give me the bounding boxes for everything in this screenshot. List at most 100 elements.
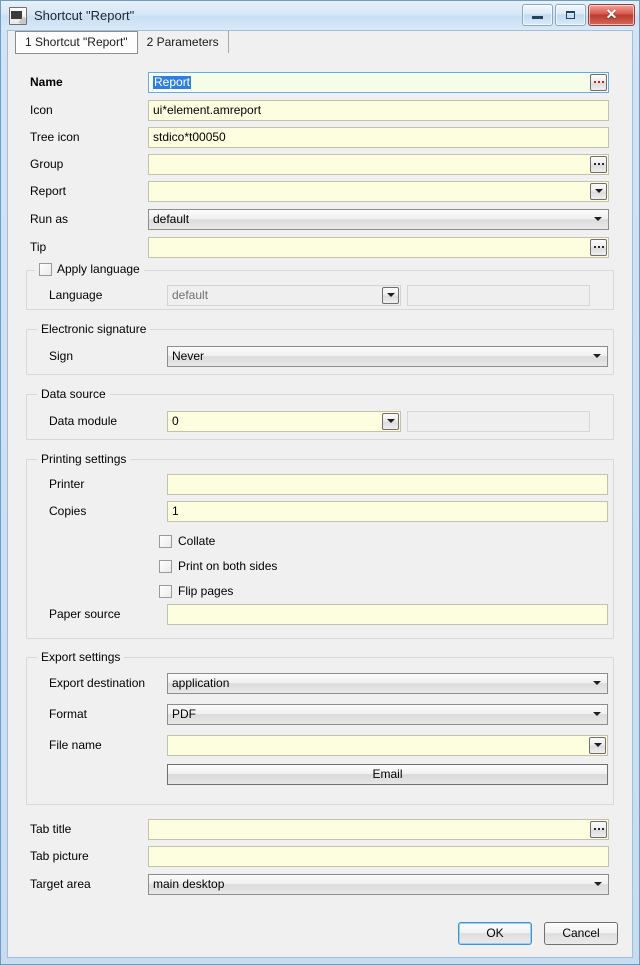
data-module-secondary-field	[407, 410, 590, 432]
email-button[interactable]: Email	[167, 763, 608, 785]
row-copies: Copies	[27, 500, 613, 522]
maximize-button[interactable]	[555, 4, 586, 26]
print-on-both-sides-checkbox[interactable]	[159, 559, 172, 573]
checkbox-collate[interactable]: Collate	[159, 533, 215, 549]
language-combo-wrap	[167, 284, 401, 306]
tip-ellipsis-button[interactable]	[590, 238, 607, 256]
close-button[interactable]: ✕	[588, 4, 635, 26]
export-destination-select[interactable]: application	[167, 672, 608, 694]
tip-input[interactable]	[148, 236, 609, 258]
file-name-dropdown-button[interactable]	[589, 736, 606, 754]
row-email-button: Email	[27, 763, 613, 785]
data-source-title: Data source	[37, 387, 110, 401]
row-export-destination: Export destination application	[27, 672, 613, 694]
row-sign: Sign Never	[27, 345, 613, 367]
field-language-wrap	[167, 284, 590, 306]
field-copies-wrap	[167, 500, 608, 522]
group-printing-settings: Printing settings Printer Copies Collate	[26, 452, 614, 639]
electronic-signature-title: Electronic signature	[37, 322, 151, 336]
group-input[interactable]	[148, 153, 609, 175]
field-export-destination-wrap: application	[167, 672, 608, 694]
field-tab-title-wrap	[148, 818, 609, 840]
chevron-down-icon	[386, 293, 395, 297]
row-run-as: Run as default	[8, 208, 632, 230]
export-destination-value: application	[172, 676, 230, 690]
language-dropdown-button[interactable]	[382, 286, 399, 304]
tab-parameters[interactable]: 2 Parameters	[138, 31, 229, 53]
file-name-input[interactable]	[167, 734, 608, 756]
chevron-down-icon	[593, 712, 601, 716]
chevron-down-icon	[594, 217, 602, 221]
group-ellipsis-button[interactable]	[590, 155, 607, 173]
caption-buttons: ✕	[522, 4, 635, 26]
tab-title-input[interactable]	[148, 818, 609, 840]
field-format-wrap: PDF	[167, 703, 608, 725]
flip-pages-checkbox[interactable]	[159, 584, 172, 598]
minimize-button[interactable]	[522, 4, 553, 26]
row-report: Report	[8, 180, 632, 202]
row-tree-icon: Tree icon	[8, 126, 632, 148]
field-name-wrap: Report	[148, 71, 609, 93]
sign-value: Never	[172, 349, 205, 363]
run-as-value: default	[153, 212, 190, 226]
checkbox-print-both-sides[interactable]: Print on both sides	[159, 558, 277, 574]
copies-input[interactable]	[167, 500, 608, 522]
tab-shortcut-report[interactable]: 1 Shortcut "Report"	[15, 31, 138, 54]
target-area-select[interactable]: main desktop	[148, 873, 609, 895]
paper-source-input[interactable]	[167, 603, 608, 625]
report-input[interactable]	[148, 180, 609, 202]
apply-language-checkbox[interactable]	[39, 262, 52, 276]
flip-pages-label: Flip pages	[178, 584, 234, 598]
data-module-dropdown-button[interactable]	[382, 412, 399, 430]
field-tip-wrap	[148, 236, 609, 258]
cancel-button[interactable]: Cancel	[544, 922, 618, 945]
field-icon-wrap	[148, 99, 609, 121]
chevron-down-icon	[593, 354, 601, 358]
report-dropdown-button[interactable]	[590, 182, 607, 200]
label-copies: Copies	[49, 504, 87, 518]
name-input[interactable]	[148, 71, 609, 93]
data-module-combo-wrap	[167, 410, 401, 432]
tab-picture-input[interactable]	[148, 845, 609, 867]
form-body: Name Report Icon Tree icon	[8, 57, 632, 957]
tab-title-ellipsis-button[interactable]	[590, 820, 607, 838]
close-icon: ✕	[605, 6, 618, 22]
label-icon: Icon	[30, 103, 53, 117]
ellipsis-icon	[593, 246, 604, 248]
checkbox-flip-pages[interactable]: Flip pages	[159, 583, 233, 599]
label-report: Report	[30, 184, 67, 198]
field-file-name-wrap	[167, 734, 608, 756]
ok-button[interactable]: OK	[458, 922, 532, 945]
collate-checkbox[interactable]	[159, 534, 172, 548]
row-paper-source: Paper source	[27, 603, 613, 625]
label-printer: Printer	[49, 477, 85, 491]
tab-strip: 1 Shortcut "Report" 2 Parameters	[8, 31, 632, 57]
field-tab-picture-wrap	[148, 845, 609, 867]
field-data-module-wrap	[167, 410, 590, 432]
label-export-destination: Export destination	[49, 676, 146, 690]
chevron-down-icon	[386, 419, 395, 423]
name-ellipsis-button[interactable]	[590, 73, 607, 91]
field-report-wrap	[148, 180, 609, 202]
print-on-both-sides-label: Print on both sides	[178, 559, 278, 573]
field-group-wrap	[148, 153, 609, 175]
row-printer: Printer	[27, 473, 613, 495]
format-select[interactable]: PDF	[167, 703, 608, 725]
icon-input[interactable]	[148, 99, 609, 121]
chevron-down-icon	[594, 882, 602, 886]
label-format: Format	[49, 707, 88, 721]
sign-select[interactable]: Never	[167, 345, 608, 367]
run-as-select[interactable]: default	[148, 208, 609, 230]
label-group: Group	[30, 157, 64, 171]
row-format: Format PDF	[27, 703, 613, 725]
chevron-down-icon	[593, 681, 601, 685]
field-tree-icon-wrap	[148, 126, 609, 148]
row-tab-title: Tab title	[8, 818, 632, 840]
row-tip: Tip	[8, 236, 632, 258]
label-language: Language	[49, 288, 103, 302]
tree-icon-input[interactable]	[148, 126, 609, 148]
printer-input[interactable]	[167, 473, 608, 495]
row-tab-picture: Tab picture	[8, 845, 632, 867]
data-module-input[interactable]	[167, 410, 401, 432]
language-input[interactable]	[167, 284, 401, 306]
